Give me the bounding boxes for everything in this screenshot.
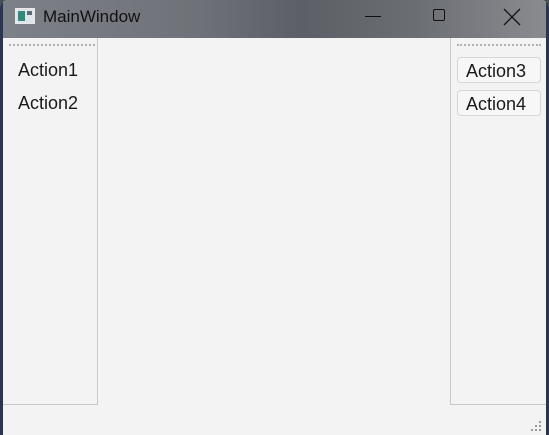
window-border-left (0, 0, 3, 435)
right-toolbar: Action3 Action4 (450, 38, 547, 405)
minimize-button[interactable] (338, 0, 408, 34)
close-button[interactable] (476, 0, 546, 34)
maximize-icon (433, 9, 445, 21)
window-title: MainWindow (43, 7, 141, 26)
toolbar-drag-handle[interactable] (9, 44, 95, 46)
main-window: MainWindow Action1 Action2 Action3 Actio… (0, 0, 549, 435)
status-bar (3, 405, 546, 435)
action2-button[interactable]: Action2 (18, 90, 78, 116)
action4-button[interactable]: Action4 (457, 90, 541, 116)
app-window-icon[interactable] (15, 8, 35, 24)
left-toolbar: Action1 Action2 (3, 38, 98, 405)
minimize-icon (365, 16, 381, 17)
action3-button[interactable]: Action3 (457, 57, 541, 83)
close-icon (503, 8, 521, 26)
maximize-button[interactable] (405, 0, 475, 34)
action1-button[interactable]: Action1 (18, 57, 78, 83)
toolbar-drag-handle[interactable] (457, 44, 541, 46)
central-widget (98, 38, 450, 404)
resize-grip-icon[interactable] (530, 420, 542, 432)
title-bar[interactable]: MainWindow (0, 0, 549, 38)
